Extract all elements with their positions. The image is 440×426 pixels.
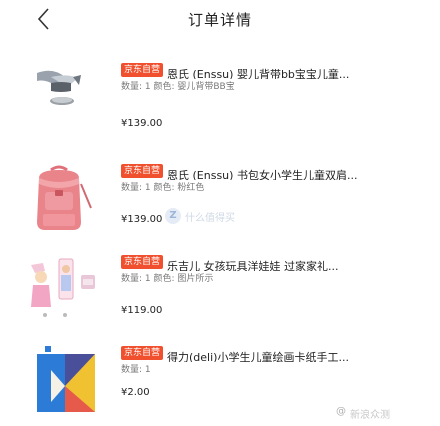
pink-backpack-image <box>25 164 107 256</box>
craft-paper-image <box>25 346 107 426</box>
product-name[interactable]: 得力(deli)小学生儿童绘画卡纸手工... <box>167 351 349 362</box>
product-name[interactable]: 恩氏 (Enssu) 婴儿背带bb宝宝儿童... <box>167 68 349 79</box>
product-price: ¥139.00 <box>121 214 163 225</box>
product-spec: 数量: 1 <box>121 365 151 375</box>
product-price: ¥119.00 <box>121 305 163 316</box>
at-icon: @ <box>336 406 346 417</box>
product-spec: 数量: 1 颜色: 粉红色 <box>121 183 205 193</box>
order-item[interactable]: 京东自营 乐吉儿 女孩玩具洋娃娃 过家家礼... 数量: 1 颜色: 图片所示 ¥… <box>0 255 440 355</box>
baby-carrier-image <box>25 63 107 155</box>
jd-self-operated-badge: 京东自营 <box>121 63 164 77</box>
jd-self-operated-badge: 京东自营 <box>121 346 164 360</box>
jd-self-operated-badge: 京东自营 <box>121 164 164 178</box>
product-spec: 数量: 1 颜色: 婴儿背带BB宝 <box>121 82 235 92</box>
product-name[interactable]: 恩氏 (Enssu) 书包女小学生儿童双肩... <box>167 169 357 180</box>
doll-toy-image <box>25 255 107 347</box>
page-title: 订单详情 <box>187 11 252 29</box>
product-price: ¥139.00 <box>121 118 163 129</box>
order-item[interactable]: 京东自营 恩氏 (Enssu) 婴儿背带bb宝宝儿童... 数量: 1 颜色: 婴… <box>0 63 440 163</box>
product-price: ¥2.00 <box>121 387 150 398</box>
header-bar: 订单详情 <box>0 0 440 40</box>
sina-watermark: 新浪众测 <box>350 410 390 421</box>
product-spec: 数量: 1 颜色: 图片所示 <box>121 274 214 284</box>
jd-self-operated-badge: 京东自营 <box>121 255 164 269</box>
product-name[interactable]: 乐吉儿 女孩玩具洋娃娃 过家家礼... <box>167 260 338 271</box>
smzdm-watermark-icon: Z <box>165 208 181 224</box>
smzdm-watermark: 什么值得买 <box>185 213 235 224</box>
